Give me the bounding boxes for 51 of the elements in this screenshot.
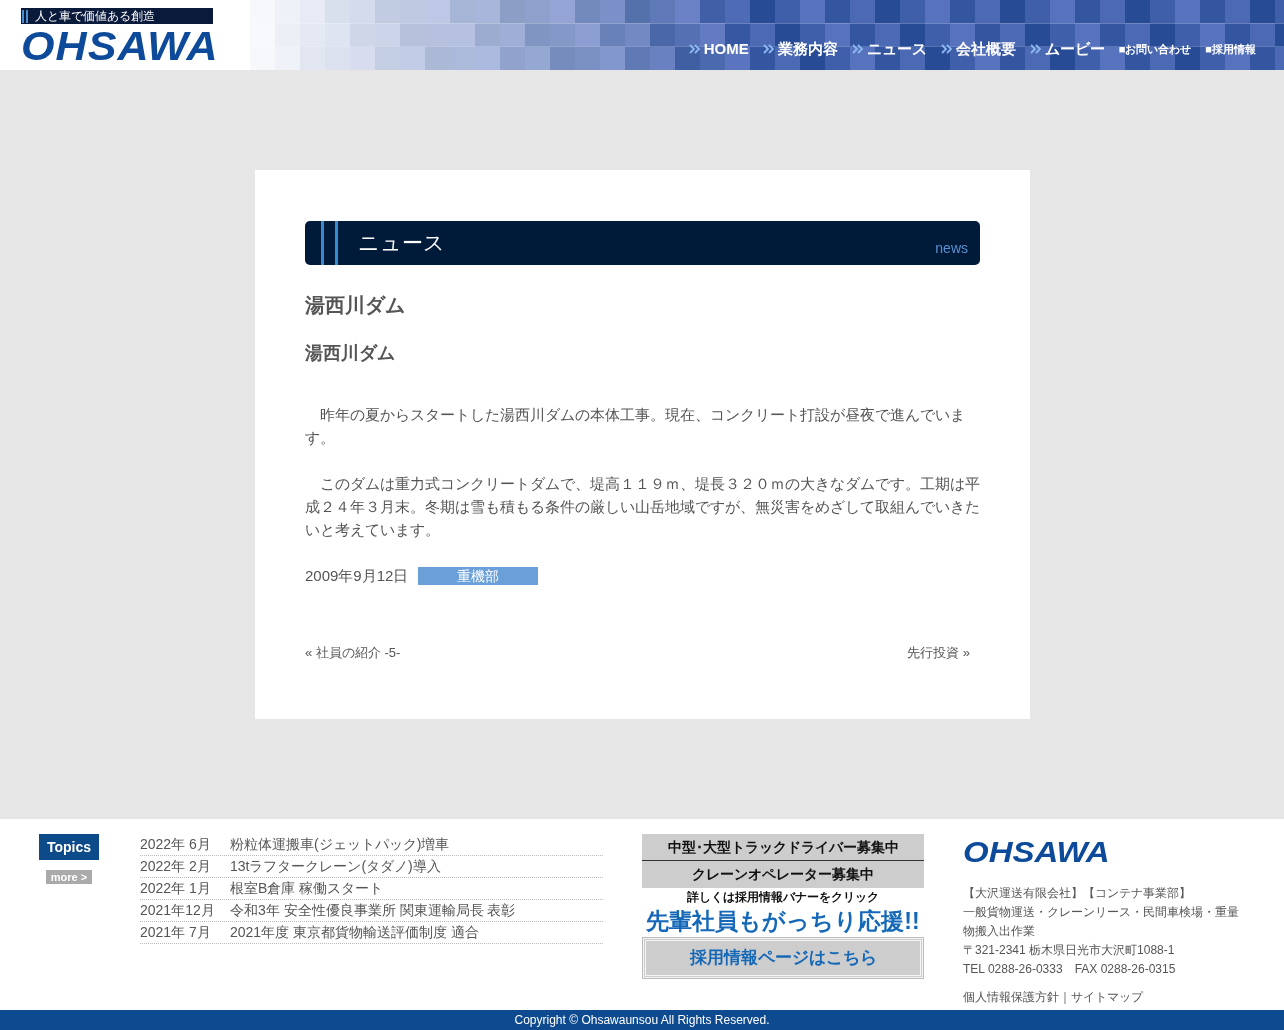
section-title: ニュース <box>358 230 445 257</box>
topic-link[interactable]: 2021年度 東京都貨物輸送評価制度 適合 <box>230 922 479 943</box>
link-separator: ｜ <box>1059 990 1071 1004</box>
topic-date: 2022年 1月 <box>140 879 212 898</box>
nav-link[interactable]: ムービー <box>1029 38 1105 61</box>
banner-slogan: 先輩社員もがっちり応援!! <box>645 907 921 936</box>
company-info-text: 【大沢運送有限会社】【コンテナ事業部】 <box>963 885 1192 902</box>
stripes-icon <box>21 8 31 24</box>
topic-link[interactable]: 13tラフタークレーン(タダノ)導入 <box>230 856 441 877</box>
topic-date: 2022年 2月 <box>140 857 212 876</box>
company-info-text: 〒321-2341 栃木県日光市大沢町1088-1 <box>963 942 1176 959</box>
nav-link[interactable]: HOME <box>688 38 749 61</box>
footer-link[interactable]: サイトマップ <box>1071 990 1143 1004</box>
banner-text: クレーンオペレーター募集中 <box>642 861 924 888</box>
footer-logo: OHSAWA <box>963 837 1110 867</box>
recruit-banner[interactable]: 中型･大型トラックドライバー募集中 クレーンオペレーター募集中 詳しくは採用情報バナーをクリック 先輩社員もがっちり応援!! 採用情報ページはこちら <box>642 834 924 987</box>
post-date: 2009年9月12日 <box>305 565 409 586</box>
topic-link[interactable]: 根室B倉庫 稼働スタート <box>230 878 384 899</box>
company-info-text: TEL 0288-26-0333 FAX 0288-26-0315 <box>963 961 1177 978</box>
stripes-icon <box>321 221 338 265</box>
topic-date: 2021年12月 <box>140 901 216 920</box>
nav-link[interactable]: ■お問い合わせ <box>1118 41 1192 58</box>
nav-link[interactable]: ■採用情報 <box>1205 41 1256 58</box>
nav-link[interactable]: 会社概要 <box>940 38 1016 61</box>
topics-label: Topics <box>39 834 99 860</box>
logo[interactable]: OHSAWA <box>21 26 219 66</box>
footer-link[interactable]: 個人情報保護方針 <box>963 990 1059 1004</box>
previous-post-link[interactable]: « 社員の紹介 -5- <box>305 643 401 663</box>
banner-button: 採用情報ページはこちら <box>643 938 923 978</box>
company-info-text: 一般貨物運送・クレーンリース・民間車検場・重量物搬入出作業 <box>963 904 1240 940</box>
section-tag: news <box>935 238 968 259</box>
topic-date: 2022年 6月 <box>140 835 212 854</box>
double-chevron-icon <box>762 44 775 55</box>
banner-note: 詳しくは採用情報バナーをクリック <box>686 889 880 906</box>
copyright-text: Copyright © Ohsawaunsou All Rights Reserved. <box>0 1010 1284 1030</box>
nav-link[interactable]: ニュース <box>851 38 927 61</box>
tagline-text: 人と車で価値ある創造 <box>34 8 155 24</box>
topic-link[interactable]: 令和3年 安全性優良事業所 関東運輸局長 表彰 <box>230 900 516 921</box>
double-chevron-icon <box>940 44 953 55</box>
nav-link[interactable]: 業務内容 <box>762 38 838 61</box>
paragraph: 昨年の夏からスタートした湯西川ダムの本体工事。現在、コンクリート打設が昼夜で進んでいます。 <box>305 404 966 448</box>
next-post-link[interactable]: 先行投資 » <box>907 643 970 663</box>
paragraph: このダムは重力式コンクリートダムで、堤高１１９ｍ、堤長３２０ｍの大きなダムです。工期は平成２４年３月末。冬期は雪も積もる条件の厳しい山岳地域ですが、無災害をめざして取組んでいきたいと考えています。 <box>305 473 980 540</box>
article-title: 湯西川ダム <box>305 293 406 317</box>
double-chevron-icon <box>851 44 864 55</box>
double-chevron-icon <box>688 44 701 55</box>
banner-text: 中型･大型トラックドライバー募集中 <box>642 834 924 861</box>
topic-date: 2021年 7月 <box>140 923 212 942</box>
double-chevron-icon <box>1029 44 1042 55</box>
article-subtitle: 湯西川ダム <box>305 343 396 365</box>
topic-link[interactable]: 粉粒体運搬車(ジェットパック)増車 <box>230 834 450 855</box>
